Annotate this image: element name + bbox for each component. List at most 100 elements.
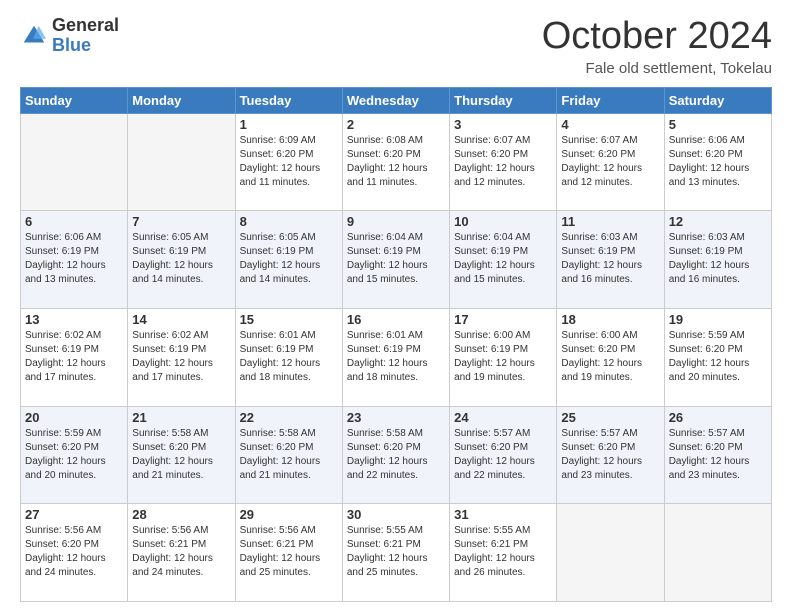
- calendar-cell: 28 Sunrise: 5:56 AM Sunset: 6:21 PM Dayli…: [128, 504, 235, 602]
- day-info: Sunrise: 6:04 AM Sunset: 6:19 PM Dayligh…: [347, 231, 445, 287]
- day-number: 2: [347, 117, 445, 132]
- calendar-header-tuesday: Tuesday: [235, 87, 342, 113]
- day-info: Sunrise: 5:56 AM Sunset: 6:21 PM Dayligh…: [132, 524, 230, 580]
- day-number: 12: [669, 214, 767, 229]
- calendar-cell: 1 Sunrise: 6:09 AM Sunset: 6:20 PM Daylig…: [235, 113, 342, 211]
- calendar-week-row: 27Sunrise: 5:56 AM Sunset: 6:20 PM Dayli…: [21, 504, 772, 602]
- calendar-header-wednesday: Wednesday: [342, 87, 449, 113]
- calendar-cell: 2 Sunrise: 6:08 AM Sunset: 6:20 PM Daylig…: [342, 113, 449, 211]
- calendar-header-row: SundayMondayTuesdayWednesdayThursdayFrid…: [21, 87, 772, 113]
- day-info: Sunrise: 6:03 AM Sunset: 6:19 PM Dayligh…: [561, 231, 659, 287]
- logo-general-text: General: [52, 15, 119, 35]
- day-info: Sunrise: 6:02 AM Sunset: 6:19 PM Dayligh…: [132, 329, 230, 385]
- calendar-cell: 14 Sunrise: 6:02 AM Sunset: 6:19 PM Dayli…: [128, 309, 235, 407]
- calendar-week-row: 20 Sunrise: 5:59 AM Sunset: 6:20 PM Dayli…: [21, 406, 772, 504]
- day-number: 15: [240, 312, 338, 327]
- day-number: 10: [454, 214, 552, 229]
- day-info: Sunrise: 6:00 AM Sunset: 6:19 PM Dayligh…: [454, 329, 552, 385]
- calendar-cell: 10 Sunrise: 6:04 AM Sunset: 6:19 PM Dayli…: [450, 211, 557, 309]
- title-block: October 2024 Fale old settlement, Tokela…: [542, 16, 772, 77]
- day-info: Sunrise: 6:06 AM Sunset: 6:20 PM Dayligh…: [669, 134, 767, 190]
- day-number: 20: [25, 410, 123, 425]
- calendar-cell: [664, 504, 771, 602]
- day-number: 28: [132, 507, 230, 522]
- calendar-cell: [128, 113, 235, 211]
- day-info: Sunrise: 5:59 AM Sunset: 6:20 PM Dayligh…: [25, 427, 123, 483]
- day-info: Sunrise: 6:00 AM Sunset: 6:20 PM Dayligh…: [561, 329, 659, 385]
- calendar-cell: 25 Sunrise: 5:57 AM Sunset: 6:20 PM Dayli…: [557, 406, 664, 504]
- day-number: 3: [454, 117, 552, 132]
- day-info: Sunrise: 6:09 AM Sunset: 6:20 PM Dayligh…: [240, 134, 338, 190]
- location-title: Fale old settlement, Tokelau: [542, 60, 772, 77]
- day-info: Sunrise: 5:57 AM Sunset: 6:20 PM Dayligh…: [669, 427, 767, 483]
- day-info: Sunrise: 5:57 AM Sunset: 6:20 PM Dayligh…: [454, 427, 552, 483]
- calendar-cell: 26 Sunrise: 5:57 AM Sunset: 6:20 PM Dayli…: [664, 406, 771, 504]
- calendar-header-saturday: Saturday: [664, 87, 771, 113]
- calendar-cell: 3 Sunrise: 6:07 AM Sunset: 6:20 PM Daylig…: [450, 113, 557, 211]
- day-info: Sunrise: 5:58 AM Sunset: 6:20 PM Dayligh…: [132, 427, 230, 483]
- day-info: Sunrise: 6:06 AM Sunset: 6:19 PM Dayligh…: [25, 231, 123, 287]
- day-number: 22: [240, 410, 338, 425]
- calendar-header-friday: Friday: [557, 87, 664, 113]
- calendar-cell: 12Sunrise: 6:03 AM Sunset: 6:19 PM Dayli…: [664, 211, 771, 309]
- calendar-cell: 29 Sunrise: 5:56 AM Sunset: 6:21 PM Dayli…: [235, 504, 342, 602]
- calendar-page: General Blue October 2024 Fale old settl…: [0, 0, 792, 612]
- header: General Blue October 2024 Fale old settl…: [20, 16, 772, 77]
- calendar-cell: 20 Sunrise: 5:59 AM Sunset: 6:20 PM Dayli…: [21, 406, 128, 504]
- day-number: 8: [240, 214, 338, 229]
- day-info: Sunrise: 6:04 AM Sunset: 6:19 PM Dayligh…: [454, 231, 552, 287]
- calendar-cell: 22 Sunrise: 5:58 AM Sunset: 6:20 PM Dayli…: [235, 406, 342, 504]
- day-number: 7: [132, 214, 230, 229]
- calendar-cell: 17Sunrise: 6:00 AM Sunset: 6:19 PM Dayli…: [450, 309, 557, 407]
- day-number: 16: [347, 312, 445, 327]
- calendar-week-row: 6 Sunrise: 6:06 AM Sunset: 6:19 PM Daylig…: [21, 211, 772, 309]
- day-number: 21: [132, 410, 230, 425]
- day-info: Sunrise: 6:08 AM Sunset: 6:20 PM Dayligh…: [347, 134, 445, 190]
- day-number: 1: [240, 117, 338, 132]
- calendar-cell: 9 Sunrise: 6:04 AM Sunset: 6:19 PM Daylig…: [342, 211, 449, 309]
- day-number: 18: [561, 312, 659, 327]
- calendar-cell: 21 Sunrise: 5:58 AM Sunset: 6:20 PM Dayli…: [128, 406, 235, 504]
- month-title: October 2024: [542, 16, 772, 58]
- calendar-week-row: 1 Sunrise: 6:09 AM Sunset: 6:20 PM Daylig…: [21, 113, 772, 211]
- calendar-cell: 23Sunrise: 5:58 AM Sunset: 6:20 PM Dayli…: [342, 406, 449, 504]
- day-number: 24: [454, 410, 552, 425]
- day-number: 11: [561, 214, 659, 229]
- day-number: 4: [561, 117, 659, 132]
- calendar-cell: 11 Sunrise: 6:03 AM Sunset: 6:19 PM Dayli…: [557, 211, 664, 309]
- day-number: 29: [240, 507, 338, 522]
- day-number: 9: [347, 214, 445, 229]
- calendar-cell: 27Sunrise: 5:56 AM Sunset: 6:20 PM Dayli…: [21, 504, 128, 602]
- calendar-cell: 7 Sunrise: 6:05 AM Sunset: 6:19 PM Daylig…: [128, 211, 235, 309]
- calendar-week-row: 13Sunrise: 6:02 AM Sunset: 6:19 PM Dayli…: [21, 309, 772, 407]
- day-number: 26: [669, 410, 767, 425]
- day-info: Sunrise: 6:05 AM Sunset: 6:19 PM Dayligh…: [132, 231, 230, 287]
- day-info: Sunrise: 5:58 AM Sunset: 6:20 PM Dayligh…: [240, 427, 338, 483]
- calendar-header-sunday: Sunday: [21, 87, 128, 113]
- day-info: Sunrise: 6:05 AM Sunset: 6:19 PM Dayligh…: [240, 231, 338, 287]
- calendar-cell: 6 Sunrise: 6:06 AM Sunset: 6:19 PM Daylig…: [21, 211, 128, 309]
- calendar-cell: 16Sunrise: 6:01 AM Sunset: 6:19 PM Dayli…: [342, 309, 449, 407]
- calendar-table: SundayMondayTuesdayWednesdayThursdayFrid…: [20, 87, 772, 602]
- calendar-cell: 31Sunrise: 5:55 AM Sunset: 6:21 PM Dayli…: [450, 504, 557, 602]
- day-info: Sunrise: 5:59 AM Sunset: 6:20 PM Dayligh…: [669, 329, 767, 385]
- day-info: Sunrise: 5:56 AM Sunset: 6:20 PM Dayligh…: [25, 524, 123, 580]
- calendar-cell: 8 Sunrise: 6:05 AM Sunset: 6:19 PM Daylig…: [235, 211, 342, 309]
- day-number: 31: [454, 507, 552, 522]
- calendar-cell: 30Sunrise: 5:55 AM Sunset: 6:21 PM Dayli…: [342, 504, 449, 602]
- calendar-cell: 19Sunrise: 5:59 AM Sunset: 6:20 PM Dayli…: [664, 309, 771, 407]
- calendar-cell: 15Sunrise: 6:01 AM Sunset: 6:19 PM Dayli…: [235, 309, 342, 407]
- day-info: Sunrise: 5:55 AM Sunset: 6:21 PM Dayligh…: [347, 524, 445, 580]
- day-info: Sunrise: 5:57 AM Sunset: 6:20 PM Dayligh…: [561, 427, 659, 483]
- calendar-cell: [21, 113, 128, 211]
- day-number: 14: [132, 312, 230, 327]
- logo: General Blue: [20, 16, 119, 56]
- day-info: Sunrise: 6:07 AM Sunset: 6:20 PM Dayligh…: [454, 134, 552, 190]
- calendar-header-monday: Monday: [128, 87, 235, 113]
- calendar-cell: 18 Sunrise: 6:00 AM Sunset: 6:20 PM Dayli…: [557, 309, 664, 407]
- day-number: 25: [561, 410, 659, 425]
- day-number: 6: [25, 214, 123, 229]
- calendar-cell: 4Sunrise: 6:07 AM Sunset: 6:20 PM Daylig…: [557, 113, 664, 211]
- day-info: Sunrise: 5:56 AM Sunset: 6:21 PM Dayligh…: [240, 524, 338, 580]
- day-number: 5: [669, 117, 767, 132]
